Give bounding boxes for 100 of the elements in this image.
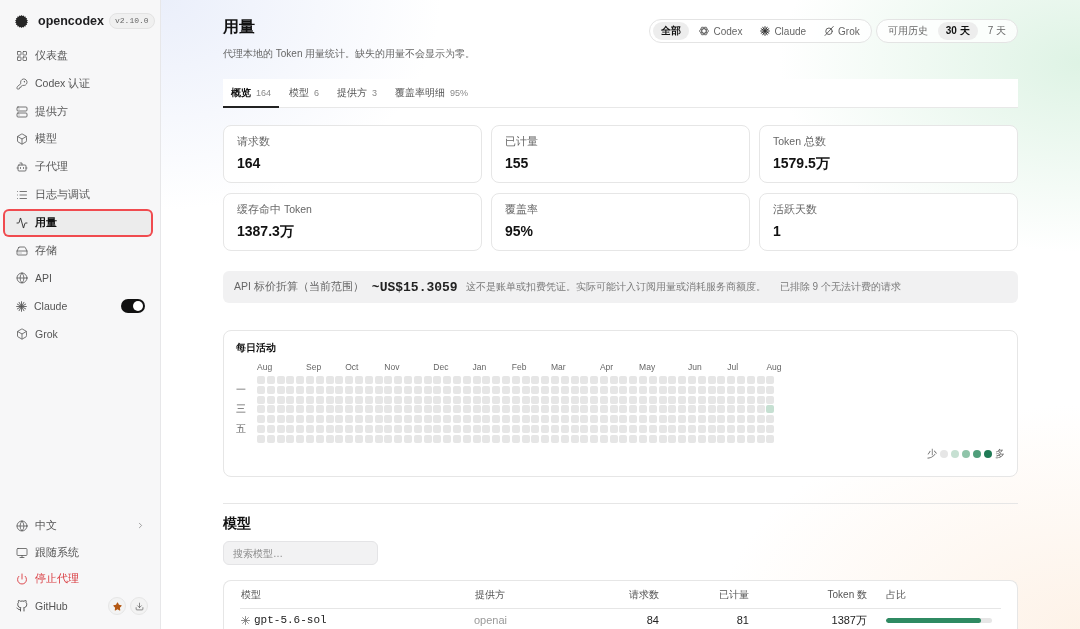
theme-item[interactable]: 跟随系统 bbox=[5, 541, 151, 564]
stat-value: 155 bbox=[505, 154, 529, 172]
activity-title: 每日活动 bbox=[236, 342, 276, 354]
globe-icon bbox=[16, 519, 28, 532]
drive-icon bbox=[16, 244, 28, 257]
starburst-icon bbox=[16, 300, 27, 312]
month-label: Aug bbox=[257, 362, 273, 372]
tab[interactable]: 覆盖率明细 95% bbox=[387, 79, 477, 108]
tab[interactable]: 模型 6 bbox=[281, 79, 328, 108]
nav-item[interactable]: 日志与调试 bbox=[5, 183, 151, 207]
range-option[interactable]: 7 天 bbox=[979, 22, 1014, 40]
nav-item[interactable]: 子代理 bbox=[5, 155, 151, 180]
page-title: 用量 bbox=[223, 17, 255, 37]
stop-proxy-button[interactable]: 停止代理 bbox=[5, 568, 151, 591]
search-field[interactable]: 搜索模型… bbox=[223, 541, 378, 565]
cube-icon bbox=[16, 327, 28, 340]
github-icon bbox=[16, 600, 28, 612]
legend-label: 少 bbox=[927, 448, 937, 459]
cube-icon bbox=[16, 133, 28, 146]
grid-icon bbox=[16, 50, 28, 62]
month-label: Jan bbox=[472, 362, 487, 372]
stat-value: 1579.5万 bbox=[773, 154, 830, 172]
chevron-right-icon bbox=[136, 521, 145, 531]
nav-item[interactable]: 仪表盘 bbox=[5, 44, 151, 68]
table-cell: 84 bbox=[646, 614, 659, 627]
table-cell: openai bbox=[474, 614, 508, 627]
key-icon bbox=[16, 77, 28, 90]
model-name: gpt-5.6-sol bbox=[254, 614, 327, 627]
nav-item[interactable]: 提供方 bbox=[5, 99, 151, 124]
robot-icon bbox=[16, 161, 28, 174]
stat-label: 覆盖率 bbox=[505, 202, 538, 216]
filter-option[interactable]: Grok bbox=[816, 22, 868, 40]
range-option[interactable]: 30 天 bbox=[937, 22, 978, 40]
section-title: 模型 bbox=[223, 514, 251, 532]
month-label: Feb bbox=[511, 362, 527, 372]
nav-item[interactable]: 模型 bbox=[5, 127, 151, 152]
slashed-circle-icon bbox=[824, 26, 835, 36]
star-icon bbox=[112, 601, 122, 611]
language-menu[interactable]: 中文 bbox=[5, 514, 151, 537]
nav-item[interactable]: 用量 bbox=[5, 210, 151, 235]
filter-option[interactable]: Claude bbox=[752, 22, 815, 40]
nav-item[interactable]: API bbox=[5, 266, 151, 291]
asterisk-icon bbox=[241, 616, 250, 625]
month-label: Sep bbox=[306, 362, 322, 372]
logo-icon bbox=[15, 14, 28, 28]
starburst-icon bbox=[760, 26, 771, 36]
stat-label: 活跃天数 bbox=[773, 202, 817, 216]
table-cell: 1387万 bbox=[831, 614, 867, 627]
stat-label: 缓存命中 Token bbox=[237, 202, 312, 216]
month-label: Dec bbox=[433, 362, 449, 372]
nav-item[interactable]: Claude bbox=[5, 294, 117, 319]
filter-option[interactable]: 全部 bbox=[653, 22, 690, 40]
download-icon bbox=[134, 601, 144, 611]
table-cell: 81 bbox=[736, 614, 749, 627]
stat-value: 95% bbox=[505, 222, 534, 240]
filter-option[interactable]: Codex bbox=[691, 22, 751, 40]
nav-item[interactable]: 存储 bbox=[5, 238, 151, 263]
app-name: opencodex bbox=[38, 14, 104, 28]
cost-label: API 标价折算（当前范围） bbox=[234, 280, 364, 294]
stat-value: 1387.3万 bbox=[237, 222, 294, 240]
stat-label: 请求数 bbox=[237, 134, 270, 148]
month-label: Oct bbox=[345, 362, 359, 372]
column-header: 请求数 bbox=[629, 587, 659, 602]
month-label: Aug bbox=[766, 362, 782, 372]
nav-item[interactable]: Grok bbox=[5, 321, 151, 346]
column-header: 提供方 bbox=[475, 587, 505, 602]
cost-note: 这不是账单或扣费凭证。实际可能计入订阅用量或消耗服务商额度。 bbox=[465, 280, 766, 294]
weekday-label: 五 bbox=[236, 424, 246, 434]
month-label: Nov bbox=[384, 362, 400, 372]
weekday-label: 三 bbox=[236, 404, 246, 415]
tab[interactable]: 提供方 3 bbox=[329, 79, 386, 108]
month-label: May bbox=[639, 362, 656, 372]
month-label: Mar bbox=[550, 362, 566, 372]
stat-label: 已计量 bbox=[505, 134, 538, 148]
stat-label: Token 总数 bbox=[773, 134, 826, 148]
excluded-note: 已排除 9 个无法计费的请求 bbox=[779, 280, 901, 294]
version-badge: v2.10.0 bbox=[109, 13, 155, 29]
star-button[interactable] bbox=[108, 597, 126, 615]
column-header: 模型 bbox=[241, 587, 261, 602]
tab[interactable]: 概览 164 bbox=[223, 79, 280, 108]
globe-icon bbox=[16, 272, 28, 285]
month-label: Jul bbox=[727, 362, 739, 372]
cost-value: ~US$15.3059 bbox=[371, 279, 458, 295]
stat-value: 1 bbox=[773, 222, 781, 240]
toggle-switch[interactable] bbox=[121, 299, 145, 314]
download-button[interactable] bbox=[130, 597, 148, 615]
column-header: Token 数 bbox=[827, 587, 867, 602]
weekday-label: 一 bbox=[236, 384, 246, 395]
monitor-icon bbox=[16, 546, 28, 559]
server-icon bbox=[16, 105, 28, 118]
range-option[interactable]: 可用历史 bbox=[879, 22, 936, 40]
stat-value: 164 bbox=[237, 154, 261, 172]
page-subtitle: 代理本地的 Token 用量统计。缺失的用量不会显示为零。 bbox=[223, 47, 476, 61]
github-link[interactable]: GitHub bbox=[5, 595, 74, 617]
column-header: 占比 bbox=[886, 587, 906, 602]
knot-icon bbox=[699, 26, 710, 36]
pulse-icon bbox=[16, 216, 28, 229]
power-icon bbox=[16, 573, 28, 586]
list-icon bbox=[16, 189, 28, 201]
nav-item[interactable]: Codex 认证 bbox=[5, 71, 151, 96]
